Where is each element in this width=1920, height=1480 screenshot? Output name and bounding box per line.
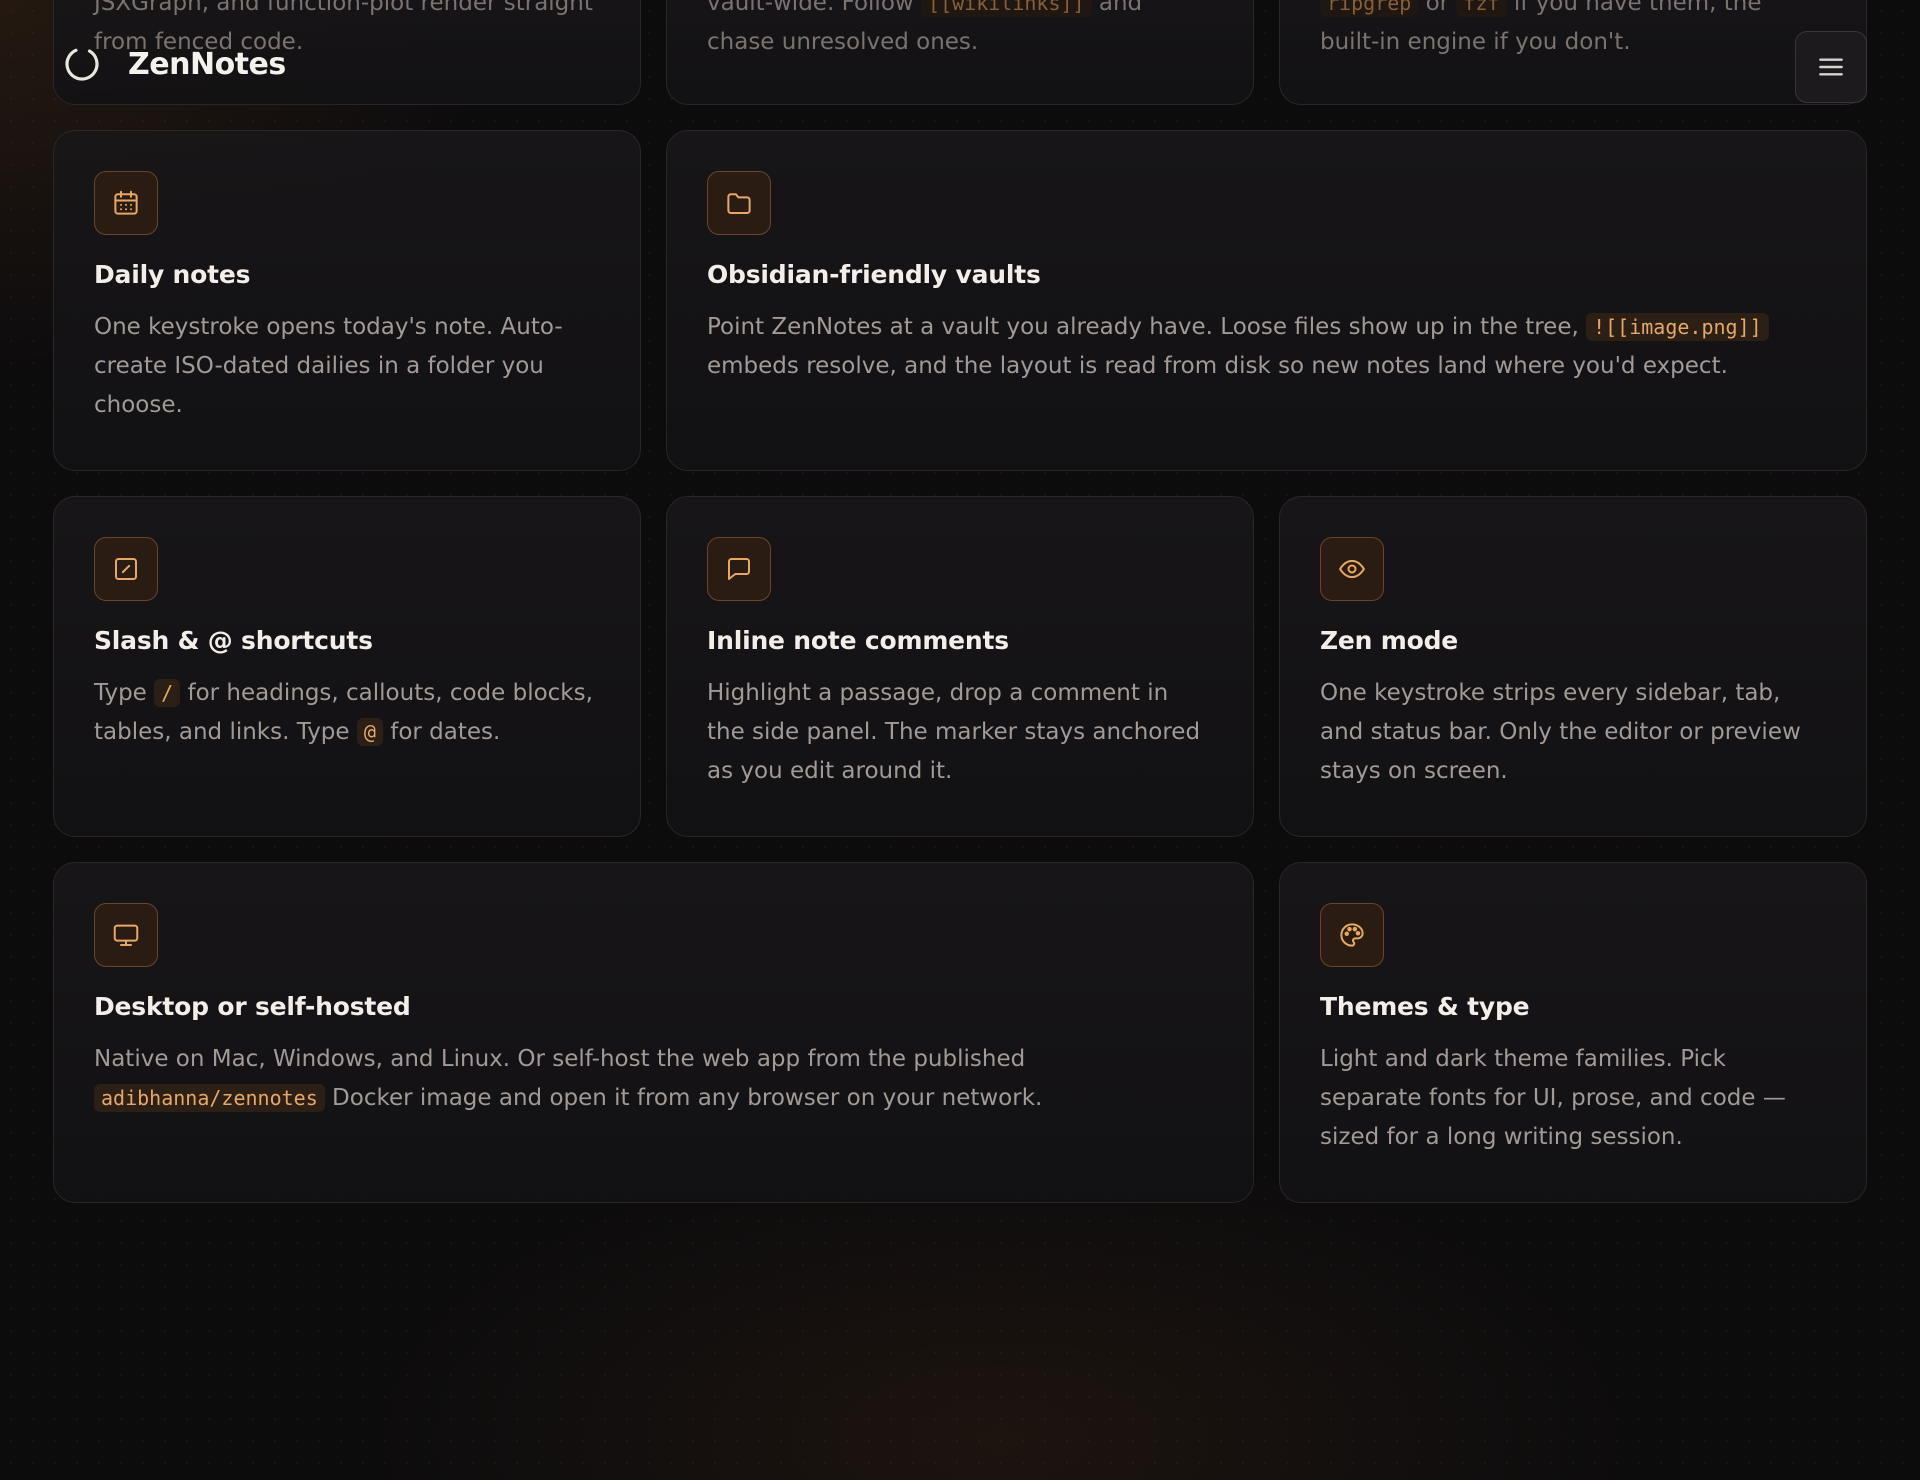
feature-card-slash-shortcuts: Slash & @ shortcuts Type / for headings,… (53, 496, 641, 837)
top-nav: ZenNotes (0, 0, 1920, 132)
feature-card-themes-type: Themes & type Light and dark theme famil… (1279, 862, 1867, 1203)
feature-card-obsidian-vaults: Obsidian-friendly vaults Point ZenNotes … (666, 130, 1867, 471)
desktop-self-hosted-title: Desktop or self-hosted (94, 992, 411, 1021)
slash-shortcuts-title: Slash & @ shortcuts (94, 626, 373, 655)
hamburger-menu-icon (1819, 58, 1843, 76)
docker-image-code: adibhanna/zennotes (94, 1084, 325, 1112)
brand-name: ZenNotes (128, 46, 286, 82)
eye-icon (1320, 537, 1384, 601)
feature-card-inline-comments: Inline note comments Highlight a passage… (666, 496, 1254, 837)
desktop-self-hosted-desc: Native on Mac, Windows, and Linux. Or se… (94, 1046, 1043, 1112)
feature-card-zen-mode: Zen mode One keystroke strips every side… (1279, 496, 1867, 837)
inline-comments-title: Inline note comments (707, 626, 1009, 655)
at-code: @ (356, 718, 383, 746)
zennotes-logo-icon (65, 47, 99, 81)
folder-icon (707, 171, 771, 235)
image-embed-code: ![[image.png]] (1586, 313, 1769, 341)
calendar-icon (94, 171, 158, 235)
menu-button[interactable] (1795, 31, 1867, 103)
slash-square-icon (94, 537, 158, 601)
slash-code: / (154, 679, 181, 707)
feature-card-daily-notes: Daily notes One keystroke opens today's … (53, 130, 641, 471)
obsidian-vaults-title: Obsidian-friendly vaults (707, 260, 1041, 289)
feature-card-desktop-self-hosted: Desktop or self-hosted Native on Mac, Wi… (53, 862, 1254, 1203)
daily-notes-desc: One keystroke opens today's note. Auto-c… (94, 314, 563, 418)
zen-mode-desc: One keystroke strips every sidebar, tab,… (1320, 680, 1801, 784)
features-grid: JSXGraph, and function-plot render strai… (53, 0, 1867, 1203)
themes-type-desc: Light and dark theme families. Pick sepa… (1320, 1046, 1786, 1150)
palette-icon (1320, 903, 1384, 967)
daily-notes-title: Daily notes (94, 260, 251, 289)
inline-comments-desc: Highlight a passage, drop a comment in t… (707, 680, 1201, 784)
obsidian-vaults-desc: Point ZenNotes at a vault you already ha… (707, 308, 1826, 386)
monitor-icon (94, 903, 158, 967)
zen-mode-title: Zen mode (1320, 626, 1459, 655)
slash-shortcuts-desc: Type / for headings, callouts, code bloc… (94, 679, 593, 746)
brand-link[interactable]: ZenNotes (62, 44, 286, 84)
themes-type-title: Themes & type (1320, 992, 1530, 1021)
message-square-icon (707, 537, 771, 601)
